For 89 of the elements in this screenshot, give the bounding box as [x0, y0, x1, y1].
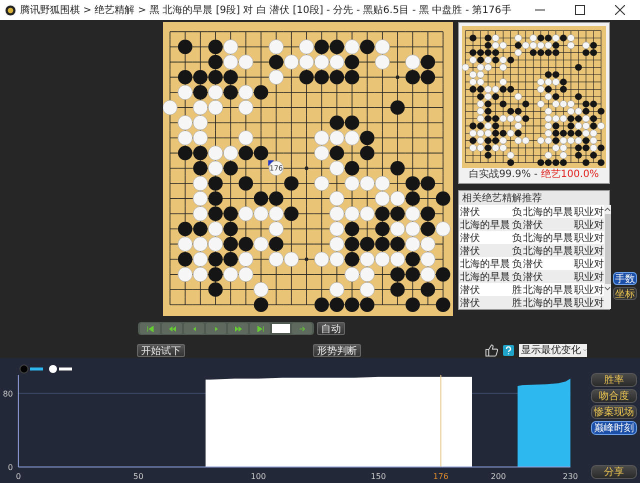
- table-cell-text: 职业对: [574, 232, 604, 244]
- share-button[interactable]: 分享: [591, 465, 637, 479]
- play-icon: [212, 326, 220, 332]
- legend-swatch-icon: [49, 365, 72, 373]
- table-cell-text: 职业对: [574, 218, 604, 232]
- rewind-icon: [168, 326, 176, 332]
- table-cell-text: 胜: [512, 284, 523, 296]
- close-icon[interactable]: [615, 5, 625, 15]
- axis-label: 176: [433, 472, 448, 481]
- table-cell-text: 潜伏: [460, 284, 481, 296]
- table-cell-text: 负: [512, 244, 523, 258]
- table-cell-text: 潜伏: [523, 218, 544, 232]
- chart-tab[interactable]: 惨案现场: [591, 405, 637, 419]
- axis-label: 80: [2, 389, 13, 398]
- scrollbar[interactable]: [604, 205, 611, 309]
- axis-label: 230: [562, 472, 578, 481]
- table-cell-text: 职业对: [574, 206, 604, 218]
- auto-play-button[interactable]: 自动: [317, 322, 345, 335]
- game-row[interactable]: 北海的早晨 负潜伏 职业对: [459, 257, 604, 270]
- scroll-up-icon[interactable]: [604, 207, 611, 212]
- table-cell-text: 潜伏: [460, 232, 481, 244]
- game-row[interactable]: 北海的早晨 负潜伏 职业对: [459, 218, 604, 231]
- game-row[interactable]: 潜伏 胜北海的早晨职业对: [459, 296, 604, 309]
- left-triangle-icon: [190, 326, 198, 332]
- table-cell-text: 北海的早晨: [460, 258, 511, 270]
- first-move-button[interactable]: [140, 323, 160, 334]
- list-title: 相关绝艺精解推荐: [462, 192, 542, 205]
- table-cell-text: 职业对: [574, 270, 604, 284]
- table-cell-text: 潜伏: [460, 296, 481, 310]
- table-cell-text: 职业对: [574, 284, 604, 296]
- table-cell-text: 潜伏: [523, 270, 544, 284]
- last-move-button[interactable]: [250, 323, 270, 334]
- chart-tab[interactable]: 胜率: [591, 373, 637, 387]
- legend-swatch-icon: [20, 364, 43, 374]
- skip-back-icon: [146, 326, 154, 332]
- fast-forward-icon: [234, 326, 242, 332]
- table-cell-text: 北海的早晨: [460, 270, 511, 284]
- game-row[interactable]: 潜伏 胜北海的早晨职业对: [459, 283, 604, 296]
- window-title: 腾讯野狐围棋 > 绝艺精解 > 黑 北海的早晨 [9段] 对 白 潜伏 [10段] - 分先 - 黑贴6.5目 - 黑 中盘胜 - 第176手: [20, 4, 512, 17]
- chart-tab[interactable]: 巅峰时刻: [591, 421, 637, 435]
- axis-label: 0: [16, 472, 21, 481]
- table-cell-text: 负: [512, 258, 523, 270]
- win-rate-caption: 白实战99.9% - 绝艺100.0%: [468, 168, 600, 182]
- back-button[interactable]: [184, 323, 204, 334]
- judge-position-button[interactable]: 形势判断: [313, 344, 361, 356]
- axis-label: 50: [133, 472, 144, 481]
- caret-icon: [583, 348, 587, 352]
- table-cell-text: 北海的早晨: [523, 232, 574, 244]
- axis-label: 100: [250, 472, 266, 481]
- scrollbar-thumb[interactable]: [604, 214, 610, 284]
- table-cell-text: 职业对: [574, 258, 604, 270]
- scroll-down-icon[interactable]: [604, 286, 611, 291]
- try-moves-button[interactable]: 开始试下: [137, 344, 185, 356]
- table-cell-text: 潜伏: [460, 206, 481, 218]
- game-row[interactable]: 潜伏 负北海的早晨职业对: [459, 205, 604, 218]
- fast-back-button[interactable]: [162, 323, 182, 334]
- move-number-field[interactable]: [272, 324, 290, 333]
- table-cell-text: 负: [512, 270, 523, 284]
- maximize-icon[interactable]: [575, 5, 585, 15]
- table-cell-text: 潜伏: [523, 258, 544, 270]
- side-tab[interactable]: 手数: [613, 272, 637, 285]
- table-cell-text: 潜伏: [460, 244, 481, 258]
- table-cell-text: 北海的早晨: [523, 244, 574, 258]
- table-cell-text: 负: [512, 218, 523, 232]
- table-cell-text: 职业对: [574, 244, 604, 258]
- go-button[interactable]: [292, 323, 312, 334]
- table-cell-text: 北海的早晨: [523, 206, 574, 218]
- chart-tab[interactable]: 吻合度: [591, 389, 637, 403]
- table-cell-text: 胜: [512, 296, 523, 310]
- table-cell-text: 负: [512, 232, 523, 244]
- table-cell-text: 北海的早晨: [460, 218, 511, 232]
- axis-label: 200: [490, 472, 506, 481]
- side-tab[interactable]: 坐标: [613, 287, 637, 300]
- game-row[interactable]: 潜伏 负北海的早晨职业对: [459, 231, 604, 244]
- thumbs-up-icon[interactable]: [485, 344, 498, 356]
- help-icon[interactable]: [503, 344, 514, 356]
- axis-label: 0: [8, 463, 13, 472]
- game-row[interactable]: 潜伏 负北海的早晨职业对: [459, 244, 604, 257]
- forward-button[interactable]: [206, 323, 226, 334]
- table-cell-text: 北海的早晨: [523, 296, 574, 310]
- app-icon: [5, 4, 16, 16]
- game-row[interactable]: 北海的早晨 负潜伏 职业对: [459, 270, 604, 283]
- skip-forward-icon: [256, 326, 264, 332]
- table-cell-text: 负: [512, 206, 523, 218]
- axis-label: 150: [370, 472, 386, 481]
- table-cell-text: 职业对: [574, 296, 604, 310]
- fast-forward-button[interactable]: [228, 323, 248, 334]
- table-cell-text: 北海的早晨: [523, 284, 574, 296]
- arrow-right-icon: [298, 326, 306, 332]
